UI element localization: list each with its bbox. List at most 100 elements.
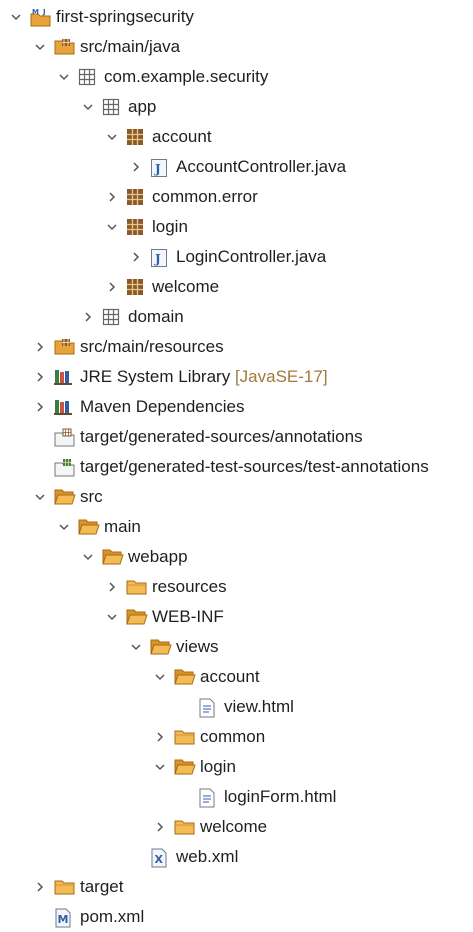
web-xml-label: web.xml [176,847,239,866]
folder-open-icon [150,638,172,656]
folder-open-icon [54,488,76,506]
tree-row-generated-sources[interactable]: target/generated-sources/annotations [0,422,473,452]
package-icon [126,188,146,206]
tree-row-web-inf[interactable]: WEB-INF [0,602,473,632]
tree-row-webapp[interactable]: webapp [0,542,473,572]
folder-icon [174,818,195,836]
chevron-down-icon[interactable] [152,662,168,692]
source-folder-icon [54,38,75,56]
tree-row-package-domain[interactable]: domain [0,302,473,332]
tree-row-package-common-error[interactable]: common.error [0,182,473,212]
src-folder-label: src [80,487,103,506]
tree-row-views-account[interactable]: account [0,662,473,692]
svg-text:J: J [42,8,46,16]
tree-row-src[interactable]: src [0,482,473,512]
folder-icon [126,578,147,596]
java-file-icon: J [150,158,170,177]
tree-row-package-app[interactable]: app [0,92,473,122]
package-account-label: account [152,127,212,146]
folder-icon [54,878,75,896]
chevron-down-icon[interactable] [32,482,48,512]
tree-row-pom-xml[interactable]: M pom.xml [0,902,473,932]
folder-icon [174,728,195,746]
empty-package-icon [102,308,122,326]
chevron-down-icon[interactable] [104,212,120,242]
chevron-down-icon[interactable] [80,542,96,572]
webapp-folder-label: webapp [128,547,188,566]
source-folder-icon [54,338,75,356]
chevron-down-icon[interactable] [80,92,96,122]
tree-row-package-security[interactable]: com.example.security [0,62,473,92]
folder-open-icon [174,758,196,776]
account-controller-label: AccountController.java [176,157,347,176]
tree-row-maven-dependencies[interactable]: Maven Dependencies [0,392,473,422]
views-login-folder-label: login [200,757,236,776]
chevron-down-icon[interactable] [104,602,120,632]
tree-row-src-main-java[interactable]: src/main/java [0,32,473,62]
library-icon [54,368,74,386]
login-controller-label: LoginController.java [176,247,327,266]
svg-text:M: M [58,913,69,926]
package-app-label: app [128,97,157,116]
chevron-right-icon[interactable] [128,152,144,182]
tree-row-project[interactable]: MJ first-springsecurity [0,2,473,32]
tree-row-views-login[interactable]: login [0,752,473,782]
pom-xml-label: pom.xml [80,907,145,926]
maven-dependencies-label: Maven Dependencies [80,397,245,416]
chevron-down-icon[interactable] [104,122,120,152]
tree-row-login-form-html[interactable]: loginForm.html [0,782,473,812]
tree-row-views-common[interactable]: common [0,722,473,752]
jre-version-decoration: [JavaSE-17] [234,367,328,386]
package-icon [126,128,146,146]
chevron-down-icon[interactable] [56,62,72,92]
tree-row-target[interactable]: target [0,872,473,902]
tree-row-views-welcome[interactable]: welcome [0,812,473,842]
xml-file-icon: X [150,848,170,868]
package-security-label: com.example.security [104,67,269,86]
tree-row-main[interactable]: main [0,512,473,542]
src-main-java-label: src/main/java [80,37,181,56]
views-welcome-folder-label: welcome [200,817,268,836]
login-form-html-label: loginForm.html [224,787,337,806]
svg-text:X: X [155,853,164,866]
tree-row-web-xml[interactable]: X web.xml [0,842,473,872]
chevron-down-icon[interactable] [32,32,48,62]
chevron-down-icon[interactable] [56,512,72,542]
folder-open-icon [174,668,196,686]
tree-row-package-welcome[interactable]: welcome [0,272,473,302]
chevron-right-icon[interactable] [32,332,48,362]
maven-project-icon: MJ [30,8,51,27]
chevron-right-icon[interactable] [128,242,144,272]
empty-package-icon [78,68,98,86]
view-html-label: view.html [224,697,294,716]
chevron-right-icon[interactable] [104,182,120,212]
tree-row-package-account[interactable]: account [0,122,473,152]
target-folder-label: target [80,877,124,896]
tree-row-src-main-resources[interactable]: src/main/resources [0,332,473,362]
library-icon [54,398,74,416]
chevron-down-icon[interactable] [8,2,24,32]
generated-source-folder-icon [54,428,75,447]
folder-open-icon [126,608,148,626]
tree-row-account-controller[interactable]: J AccountController.java [0,152,473,182]
chevron-down-icon[interactable] [152,752,168,782]
chevron-down-icon[interactable] [128,632,144,662]
tree-row-resources[interactable]: resources [0,572,473,602]
chevron-right-icon[interactable] [32,362,48,392]
chevron-right-icon[interactable] [32,392,48,422]
chevron-right-icon[interactable] [32,872,48,902]
chevron-right-icon[interactable] [104,272,120,302]
tree-row-package-login[interactable]: login [0,212,473,242]
chevron-right-icon[interactable] [104,572,120,602]
chevron-right-icon[interactable] [152,722,168,752]
tree-row-jre-library[interactable]: JRE System Library [JavaSE-17] [0,362,473,392]
tree-row-login-controller[interactable]: J LoginController.java [0,242,473,272]
maven-pom-icon: M [54,908,74,928]
views-account-folder-label: account [200,667,260,686]
tree-row-generated-test-sources[interactable]: target/generated-test-sources/test-annot… [0,452,473,482]
chevron-right-icon[interactable] [80,302,96,332]
chevron-right-icon[interactable] [152,812,168,842]
web-inf-folder-label: WEB-INF [152,607,224,626]
tree-row-view-html[interactable]: view.html [0,692,473,722]
tree-row-views[interactable]: views [0,632,473,662]
